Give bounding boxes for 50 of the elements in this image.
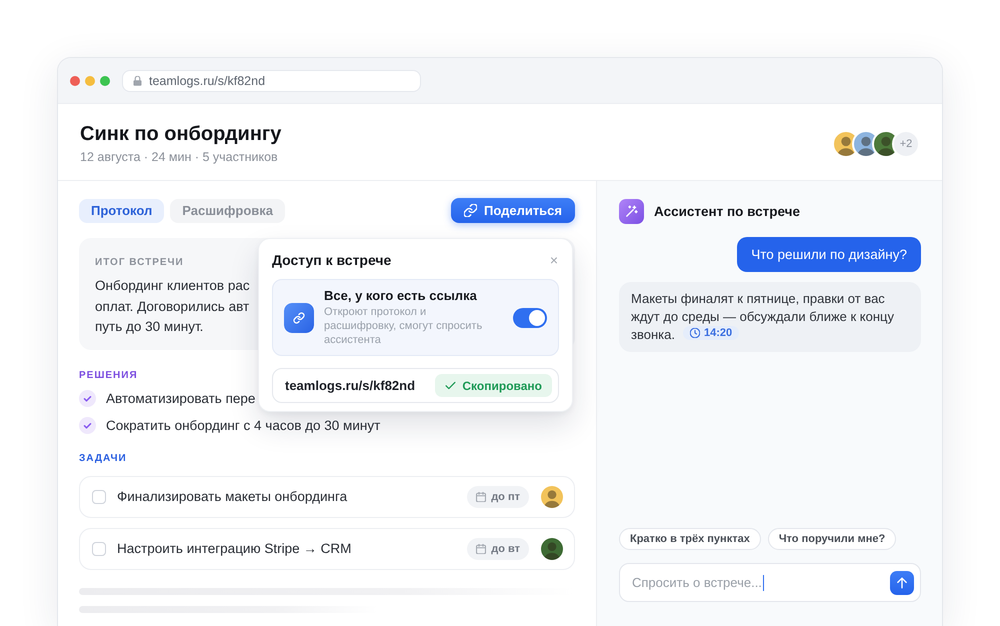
- toggle-switch[interactable]: [513, 308, 547, 328]
- link-url-text: teamlogs.ru/s/kf82nd: [285, 378, 416, 393]
- access-description: Откроют протокол и расшифровку, смогут спросить ассистента: [324, 305, 484, 347]
- popover-title: Доступ к встрече: [272, 252, 392, 268]
- access-title: Все, у кого есть ссылка: [324, 288, 477, 304]
- link-icon: [284, 302, 314, 332]
- assistant-message: Макеты финалят к пятнице, правки от вас ждут до среды — обсуждали ближе к концу звонка. 14:20: [619, 282, 921, 352]
- window-maximize-button[interactable]: [100, 76, 110, 86]
- task-checkbox[interactable]: [92, 542, 106, 556]
- meeting-details: 12 августа · 24 мин · 5 участников: [80, 150, 279, 165]
- assistant-title: Ассистент по встрече: [654, 204, 800, 219]
- due-date-text: до вт: [491, 542, 520, 554]
- task-checkbox[interactable]: [92, 490, 106, 504]
- link-icon: [464, 204, 477, 217]
- meeting-title: Синк по онбордингу: [80, 122, 282, 146]
- window-close-button[interactable]: [70, 76, 80, 86]
- chat-input[interactable]: Спросить о встрече...: [619, 563, 921, 602]
- timestamp-link[interactable]: 14:20: [682, 326, 740, 340]
- calendar-icon: [476, 492, 486, 502]
- check-icon: [79, 390, 96, 407]
- window-minimize-button[interactable]: [85, 76, 95, 86]
- lock-icon: [133, 76, 142, 86]
- close-button[interactable]: ×: [548, 253, 559, 267]
- send-button[interactable]: [890, 570, 914, 594]
- due-date-text: до пт: [491, 490, 520, 502]
- share-button[interactable]: Поделиться: [450, 198, 575, 223]
- section-heading: ЗАДАЧИ: [79, 452, 127, 466]
- check-icon: [79, 417, 96, 434]
- suggestion-chip[interactable]: Кратко в трёх пунктах: [619, 528, 761, 550]
- decision-text: Сократить онбординг с 4 часов до 30 минут: [106, 418, 380, 433]
- more-participants-count[interactable]: +2: [892, 130, 920, 158]
- copy-link-button[interactable]: Скопировано: [435, 374, 552, 397]
- calendar-icon: [476, 544, 486, 554]
- tab[interactable]: Расшифровка: [170, 198, 286, 222]
- tab[interactable]: Протокол: [79, 198, 164, 222]
- section-heading: РЕШЕНИЯ: [79, 368, 138, 382]
- section-heading: ИТОГ ВСТРЕЧИ: [95, 256, 184, 270]
- link-field[interactable]: teamlogs.ru/s/kf82nd Скопировано: [272, 368, 559, 403]
- task-text: Финализировать макеты онбординга: [117, 489, 348, 504]
- check-icon: [445, 380, 456, 391]
- magic-wand-icon: [619, 199, 644, 224]
- suggestion-chip[interactable]: Что поручили мне?: [768, 528, 896, 550]
- decision-text: Автоматизировать пере: [106, 391, 256, 406]
- address-bar[interactable]: teamlogs.ru/s/kf82nd: [122, 70, 421, 92]
- summary-text: Онбординг клиентов рас оплат. Договорились авт путь до 30 минут.: [95, 277, 250, 336]
- task-text: Настроить интеграцию Stripe → CRM: [117, 541, 352, 556]
- user-message: Что решили по дизайну?: [737, 237, 921, 272]
- arrow-up-icon: [896, 576, 908, 588]
- clock-icon: [690, 328, 700, 338]
- text-cursor-icon: [762, 574, 764, 590]
